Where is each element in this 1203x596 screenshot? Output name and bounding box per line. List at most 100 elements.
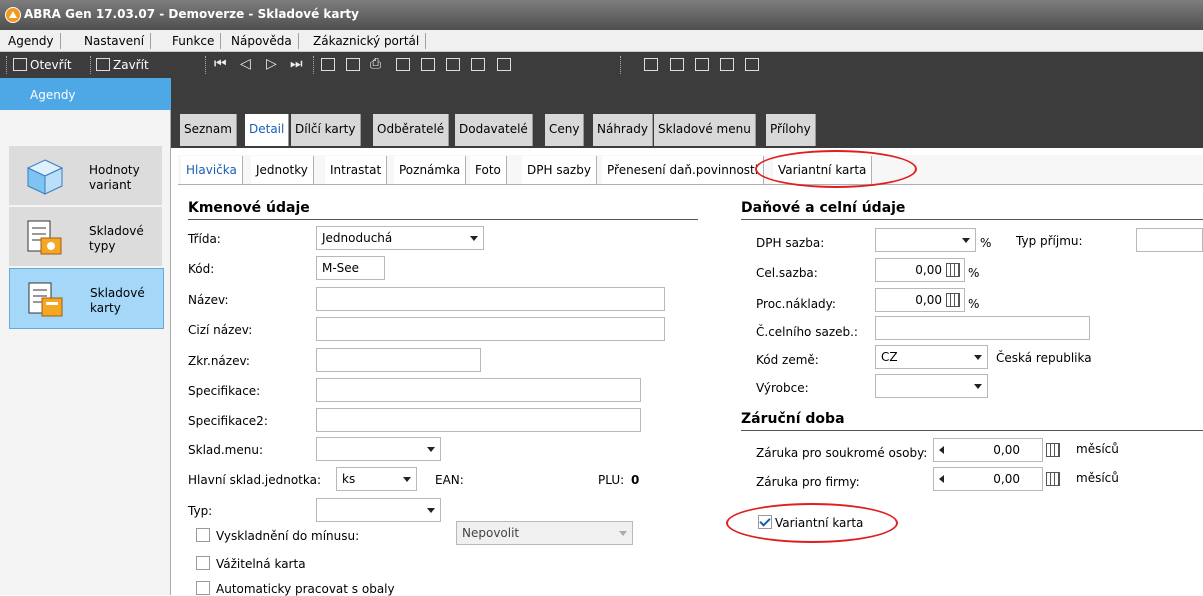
document-icon[interactable] (497, 58, 511, 71)
first-record-icon[interactable]: ⏮ (214, 56, 227, 72)
zaruka-firmy-input[interactable]: 0,00 (933, 467, 1043, 491)
calculator-icon[interactable] (1046, 443, 1060, 457)
tab-skladove-menu[interactable]: Skladové menu (654, 114, 756, 146)
chevron-down-icon[interactable] (466, 228, 482, 248)
open-button[interactable]: Otevřít (30, 58, 72, 72)
tab-seznam[interactable]: Seznam (180, 114, 237, 146)
specifikace-input[interactable] (316, 378, 641, 402)
close-button[interactable]: Zavřít (113, 58, 149, 72)
cizi-nazev-label: Cizí název: (188, 323, 253, 337)
typ-select[interactable] (316, 498, 441, 522)
new-record-icon[interactable] (321, 58, 335, 71)
decrement-icon[interactable] (939, 475, 944, 483)
calculator-icon[interactable] (946, 263, 960, 277)
window-title: ABRA Gen 17.03.07 - Demoverze - Skladové… (24, 7, 359, 21)
section-title-danove-udaje: Daňové a celní údaje (741, 200, 906, 216)
chevron-down-icon[interactable] (399, 469, 415, 489)
tab-nahrady[interactable]: Náhrady (593, 114, 653, 146)
nazev-input[interactable] (316, 287, 665, 311)
next-record-icon[interactable]: ▷ (266, 56, 277, 72)
zkr-nazev-input[interactable] (316, 348, 481, 372)
calculator-icon[interactable] (946, 293, 960, 307)
tool-icon-4[interactable] (720, 58, 734, 71)
previous-record-icon[interactable]: ◁ (240, 56, 251, 72)
subtab-intrastat[interactable]: Intrastat (325, 156, 388, 184)
dph-select[interactable] (875, 228, 976, 252)
plu-value: 0 (631, 473, 640, 487)
filter-icon[interactable] (471, 58, 485, 71)
obaly-checkbox[interactable] (196, 581, 210, 595)
cel-sazba-label: Cel.sazba: (756, 266, 818, 280)
subtab-jednotky[interactable]: Jednotky (251, 156, 314, 184)
sidebar-item-skladove-typy[interactable]: Skladové typy (9, 207, 162, 266)
menu-bar: Agendy Nastavení Funkce Nápověda Zákazni… (0, 30, 1203, 52)
tab-odberatele[interactable]: Odběratelé (373, 114, 450, 146)
tab-dodavatele[interactable]: Dodavatelé (455, 114, 533, 146)
chevron-down-icon[interactable] (970, 347, 986, 367)
tab-dilci-karty[interactable]: Dílčí karty (291, 114, 361, 146)
menu-zakaznicky-portal[interactable]: Zákaznický portál (307, 33, 427, 49)
close-icon[interactable] (96, 58, 110, 71)
celni-sazeb-input[interactable] (875, 316, 1090, 340)
subtab-foto[interactable]: Foto (470, 156, 507, 184)
plu-label: PLU: (598, 473, 625, 487)
section-title-zarucni-doba: Záruční doba (741, 411, 845, 427)
hlavni-jednotka-select[interactable]: ks (336, 467, 417, 491)
trida-select[interactable]: Jednoduchá (316, 226, 484, 250)
cizi-nazev-input[interactable] (316, 317, 665, 341)
subtab-dph-sazby[interactable]: DPH sazby (522, 156, 597, 184)
sidebar-item-label: Hodnoty variant (89, 163, 140, 192)
chevron-down-icon[interactable] (958, 230, 974, 250)
kod-zeme-label: Kód země: (756, 353, 819, 367)
sidebar-item-skladove-karty[interactable]: Skladové karty (9, 268, 164, 329)
chevron-down-icon[interactable] (615, 523, 631, 543)
sklad-menu-select[interactable] (316, 437, 441, 461)
vazitelna-checkbox[interactable] (196, 556, 210, 570)
menu-nastaveni[interactable]: Nastavení (78, 33, 152, 49)
tool-icon-3[interactable] (695, 58, 709, 71)
delete-icon[interactable] (396, 58, 410, 71)
kod-zeme-value: CZ (881, 350, 898, 364)
kod-input[interactable]: M-See (316, 256, 385, 280)
zaruka-firmy-label: Záruka pro firmy: (756, 475, 860, 489)
specifikace2-label: Specifikace2: (188, 414, 268, 428)
open-icon[interactable] (13, 58, 27, 71)
vyskladneni-select[interactable]: Nepovolit (456, 521, 633, 545)
chevron-down-icon[interactable] (970, 376, 986, 396)
print-icon[interactable]: ⎙ (370, 56, 381, 72)
tool-icon-2[interactable] (670, 58, 684, 71)
chevron-down-icon[interactable] (423, 500, 439, 520)
section-divider (741, 219, 1203, 220)
edit-icon[interactable] (421, 58, 435, 71)
columns-icon[interactable] (446, 58, 460, 71)
menu-agendy[interactable]: Agendy (2, 33, 61, 49)
cel-sazba-unit: % (968, 266, 980, 280)
zaruka-osoby-input[interactable]: 0,00 (933, 438, 1043, 462)
menu-napoveda[interactable]: Nápověda (225, 33, 299, 49)
last-record-icon[interactable]: ⏭ (290, 56, 303, 72)
subtab-hlavicka[interactable]: Hlavička (181, 156, 243, 184)
kod-zeme-select[interactable]: CZ (875, 345, 988, 369)
tab-detail[interactable]: Detail (245, 114, 290, 146)
chevron-down-icon[interactable] (423, 439, 439, 459)
sklad-menu-label: Sklad.menu: (188, 443, 264, 457)
tab-ceny[interactable]: Ceny (545, 114, 585, 146)
calculator-icon[interactable] (1046, 472, 1060, 486)
typ-prijmu-input[interactable] (1136, 228, 1203, 252)
zaruka-osoby-value: 0,00 (993, 443, 1020, 457)
tab-prilohy[interactable]: Přílohy (766, 114, 816, 146)
help-icon[interactable] (644, 58, 658, 71)
vyrobce-select[interactable] (875, 374, 988, 398)
celni-sazeb-label: Č.celního sazeb.: (756, 325, 858, 339)
copy-record-icon[interactable] (346, 58, 360, 71)
zaruka-osoby-unit: měsíců (1076, 442, 1119, 456)
sidebar-item-hodnoty-variant[interactable]: Hodnoty variant (9, 146, 162, 205)
subtab-poznamka[interactable]: Poznámka (394, 156, 467, 184)
subtab-preneseni-dane[interactable]: Přenesení daň.povinnosti (602, 156, 765, 184)
specifikace2-input[interactable] (316, 408, 641, 432)
tool-icon-5[interactable] (745, 58, 759, 71)
vyskladneni-checkbox[interactable] (196, 528, 210, 542)
trida-label: Třída: (188, 232, 221, 246)
decrement-icon[interactable] (939, 446, 944, 454)
menu-funkce[interactable]: Funkce (166, 33, 222, 49)
